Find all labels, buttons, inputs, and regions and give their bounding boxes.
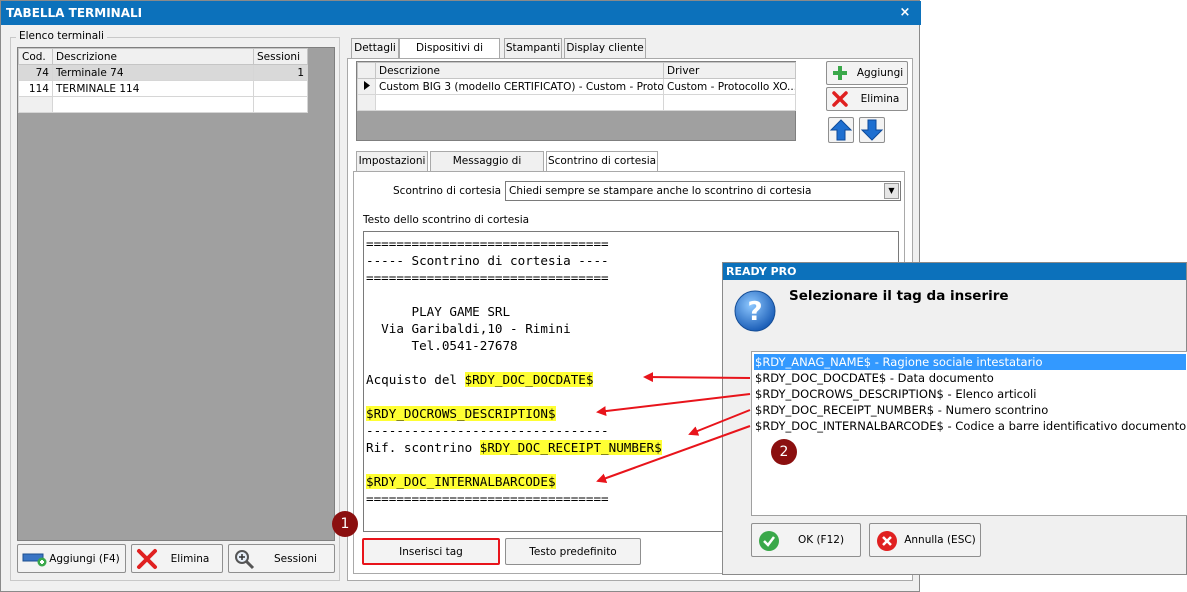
annotation-arrows <box>596 372 751 483</box>
arrow-docdate <box>643 372 751 383</box>
arrow-internalbarcode <box>596 425 751 483</box>
arrow-receipt-number <box>688 409 751 436</box>
arrow-docrows <box>596 393 751 417</box>
annotation-badge: 2 <box>771 439 797 465</box>
annotation-badge: 1 <box>332 511 358 537</box>
